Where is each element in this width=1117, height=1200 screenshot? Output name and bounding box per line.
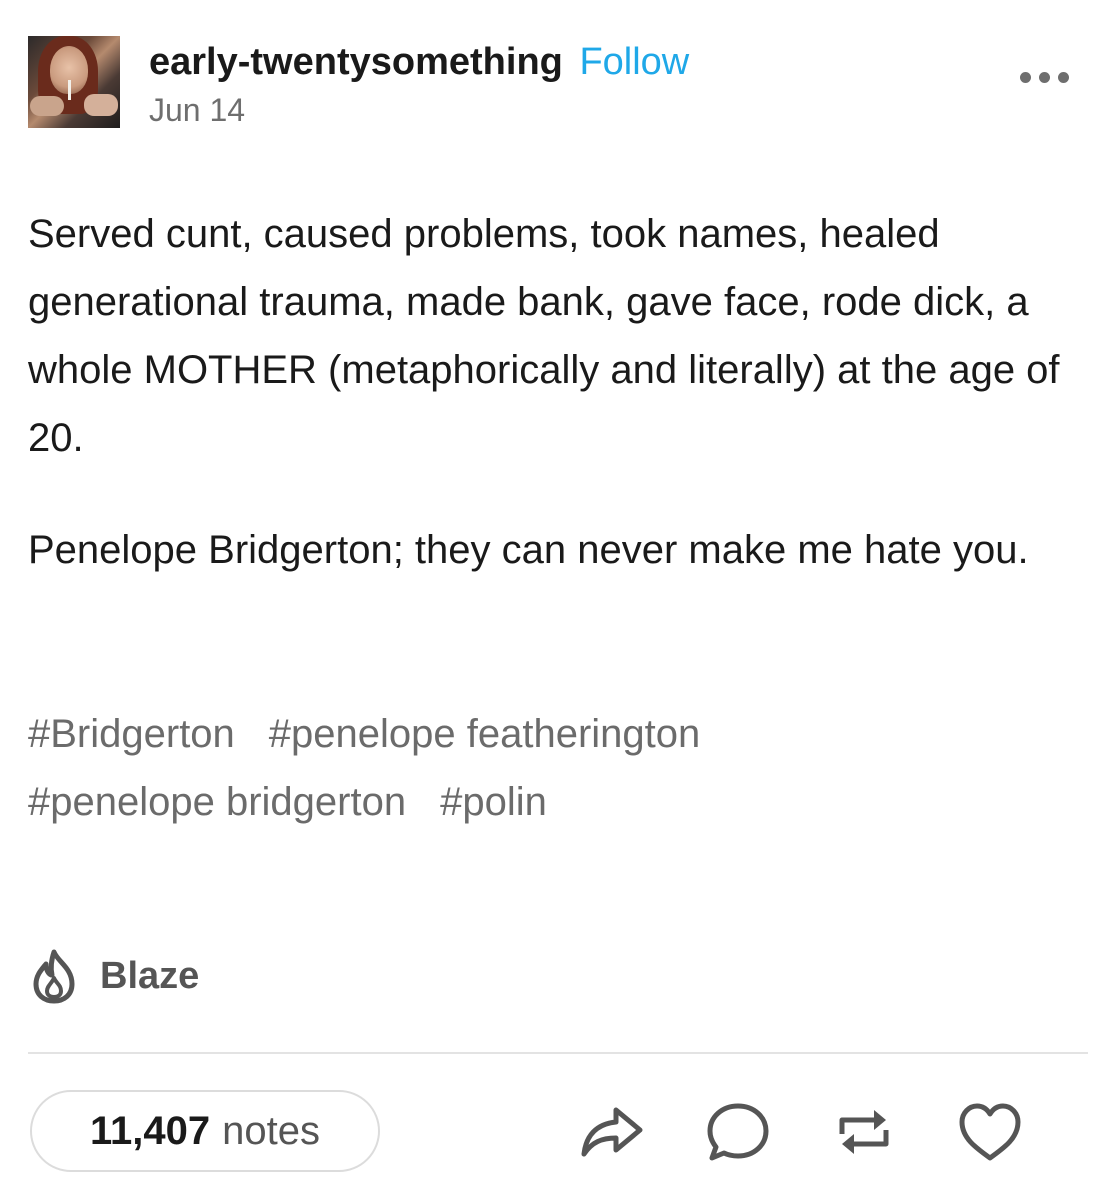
divider <box>28 1052 1088 1054</box>
notes-label: notes <box>222 1108 320 1153</box>
post-actions <box>578 1098 1024 1166</box>
tag-link[interactable]: #penelope bridgerton <box>28 780 406 824</box>
blog-name[interactable]: early-twentysomething <box>149 41 563 83</box>
tag-list: #Bridgerton #penelope featherington #pene… <box>28 700 1028 836</box>
post-paragraph: Served cunt, caused problems, took names… <box>28 212 1060 460</box>
post-paragraph: Penelope Bridgerton; they can never make… <box>28 528 1029 572</box>
name-row: early-twentysomething Follow <box>149 40 689 84</box>
tag-link[interactable]: #penelope featherington <box>269 712 700 756</box>
like-button[interactable] <box>956 1098 1024 1166</box>
notes-button[interactable]: 11,407 notes <box>30 1090 380 1172</box>
tag-link[interactable]: #polin <box>440 780 547 824</box>
share-button[interactable] <box>578 1098 646 1166</box>
blaze-label: Blaze <box>100 954 200 997</box>
reply-button[interactable] <box>704 1098 772 1166</box>
follow-button[interactable]: Follow <box>579 41 689 83</box>
post-body: Served cunt, caused problems, took names… <box>28 200 1088 584</box>
more-options-icon[interactable] <box>1020 72 1069 83</box>
avatar[interactable] <box>28 36 120 128</box>
avatar-cigarette <box>68 80 71 100</box>
blaze-button[interactable]: Blaze <box>28 948 199 1004</box>
flame-icon <box>33 949 75 1004</box>
like-icon <box>959 1103 1021 1161</box>
reblog-button[interactable] <box>830 1098 898 1166</box>
reply-icon <box>707 1103 769 1161</box>
post-header: early-twentysomething Follow Jun 14 <box>28 36 1077 136</box>
avatar-hand <box>30 96 64 116</box>
post-date[interactable]: Jun 14 <box>149 92 245 129</box>
share-icon <box>581 1107 643 1157</box>
tag-link[interactable]: #Bridgerton <box>28 712 235 756</box>
notes-count: 11,407 <box>90 1108 211 1153</box>
avatar-hand <box>84 94 118 116</box>
reblog-icon <box>839 1110 889 1154</box>
